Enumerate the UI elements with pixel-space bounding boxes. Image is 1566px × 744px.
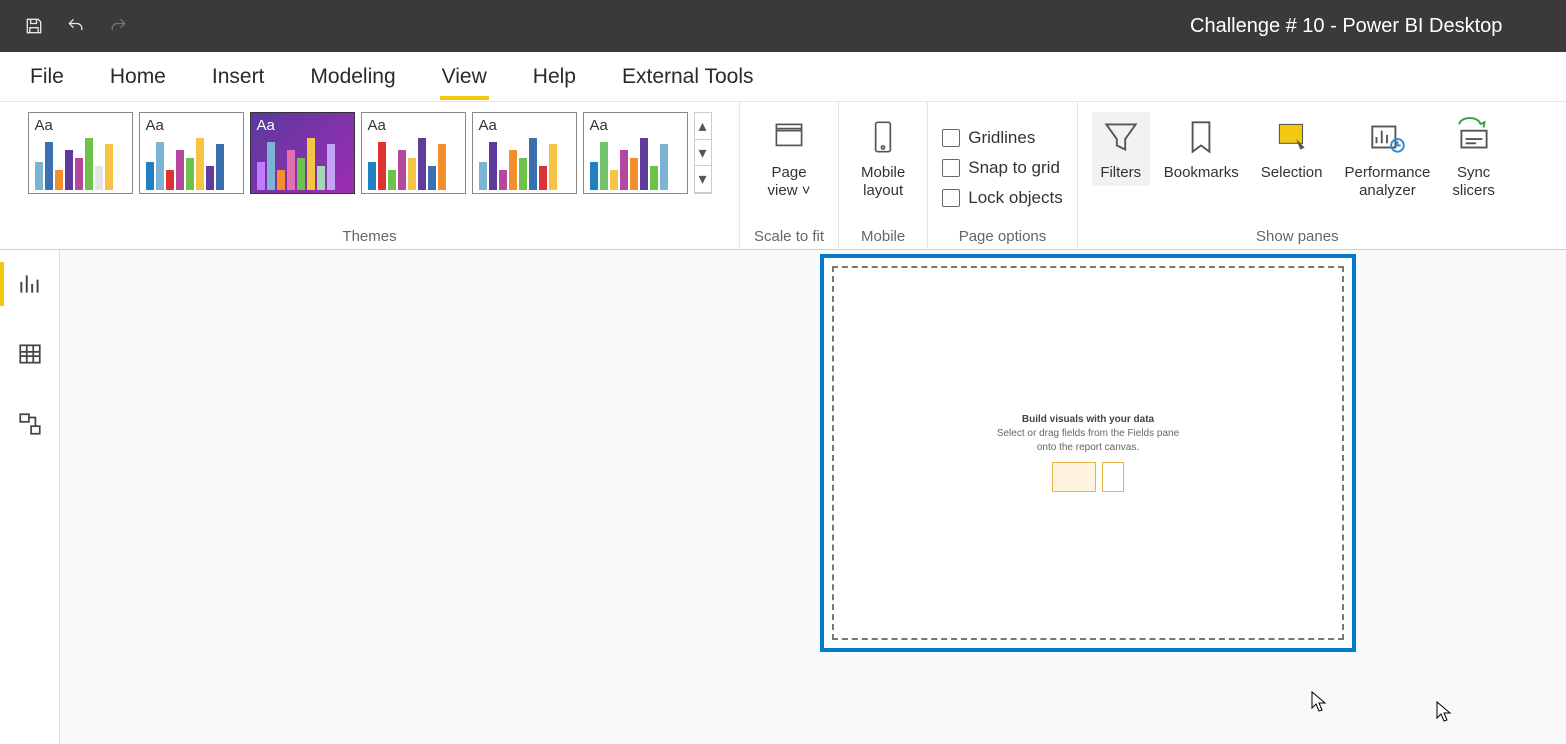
theme-aa-label: Aa xyxy=(368,117,459,134)
page-view-label-1: Page xyxy=(772,164,807,181)
theme-aa-label: Aa xyxy=(146,117,237,134)
theme-thumbnail[interactable]: Aa xyxy=(583,112,688,194)
theme-thumbnail[interactable]: Aa xyxy=(472,112,577,194)
canvas-placeholder-body2: onto the report canvas. xyxy=(1037,442,1139,453)
canvas-area[interactable]: Build visuals with your data Select or d… xyxy=(60,250,1566,744)
performance-analyzer-button[interactable]: Performanceanalyzer xyxy=(1336,112,1438,204)
group-label-themes: Themes xyxy=(342,228,396,245)
bookmarks-label: Bookmarks xyxy=(1164,164,1239,182)
selection-pane-button[interactable]: Selection xyxy=(1253,112,1331,186)
theme-thumbnail[interactable]: Aa xyxy=(139,112,244,194)
selection-label: Selection xyxy=(1261,164,1323,182)
group-page-options: Gridlines Snap to grid Lock objects Page… xyxy=(928,102,1078,249)
report-view-button[interactable] xyxy=(6,262,54,306)
canvas-placeholder: Build visuals with your data Select or d… xyxy=(832,266,1344,640)
tab-home[interactable]: Home xyxy=(108,55,168,99)
checkbox-icon xyxy=(942,129,960,147)
theme-aa-label: Aa xyxy=(479,117,570,134)
lock-objects-checkbox[interactable]: Lock objects xyxy=(942,188,1063,208)
theme-aa-label: Aa xyxy=(257,117,348,134)
data-view-button[interactable] xyxy=(6,332,54,376)
selected-canvas-frame[interactable]: Build visuals with your data Select or d… xyxy=(820,254,1356,652)
sync-label-2: slicers xyxy=(1452,182,1495,199)
body-area: Build visuals with your data Select or d… xyxy=(0,250,1566,744)
quick-access xyxy=(0,14,130,38)
checkbox-icon xyxy=(942,159,960,177)
group-label-pageoptions: Page options xyxy=(959,228,1047,245)
mobile-layout-button[interactable]: Mobilelayout xyxy=(853,112,913,204)
group-label-scale: Scale to fit xyxy=(754,228,824,245)
lock-label: Lock objects xyxy=(968,188,1063,208)
gridlines-label: Gridlines xyxy=(968,128,1035,148)
tab-file[interactable]: File xyxy=(28,55,66,99)
perf-label-2: analyzer xyxy=(1359,182,1416,199)
snap-grid-checkbox[interactable]: Snap to grid xyxy=(942,158,1063,178)
page-view-button[interactable]: Pageview ˅ xyxy=(760,112,819,204)
menu-bar: File Home Insert Modeling View Help Exte… xyxy=(0,52,1566,102)
perf-label-1: Performance xyxy=(1344,164,1430,181)
group-label-mobile: Mobile xyxy=(861,228,905,245)
group-label-showpanes: Show panes xyxy=(1256,228,1339,245)
window-title: Challenge # 10 - Power BI Desktop xyxy=(130,15,1566,38)
checkbox-icon xyxy=(942,189,960,207)
tab-view[interactable]: View xyxy=(440,55,489,99)
cursor-icon xyxy=(1435,700,1455,722)
tab-external[interactable]: External Tools xyxy=(620,55,756,99)
filters-label: Filters xyxy=(1100,164,1141,182)
theme-aa-label: Aa xyxy=(35,117,126,134)
theme-thumbnail[interactable]: Aa xyxy=(250,112,355,194)
theme-aa-label: Aa xyxy=(590,117,681,134)
tab-modeling[interactable]: Modeling xyxy=(308,55,397,99)
model-view-button[interactable] xyxy=(6,402,54,446)
snap-label: Snap to grid xyxy=(968,158,1060,178)
canvas-placeholder-heading: Build visuals with your data xyxy=(1022,414,1154,425)
ribbon: Aa Aa Aa Aa Aa Aa ▴▾▾ Themes Pageview ˅ Scale … xyxy=(0,102,1566,250)
theme-gallery: Aa Aa Aa Aa Aa Aa ▴▾▾ xyxy=(28,112,712,224)
mobile-label-2: layout xyxy=(863,182,903,199)
theme-thumbnail[interactable]: Aa xyxy=(361,112,466,194)
group-show-panes: Filters Bookmarks Selection Performancea… xyxy=(1078,102,1517,249)
cursor-icon xyxy=(1310,690,1330,712)
chevron-down-icon: ˅ xyxy=(802,182,811,199)
view-rail xyxy=(0,250,60,744)
themes-dropdown-handle[interactable]: ▴▾▾ xyxy=(694,112,712,194)
save-icon[interactable] xyxy=(22,14,46,38)
canvas-placeholder-body1: Select or drag fields from the Fields pa… xyxy=(997,428,1179,439)
filters-pane-button[interactable]: Filters xyxy=(1092,112,1150,186)
group-themes: Aa Aa Aa Aa Aa Aa ▴▾▾ Themes xyxy=(0,102,740,249)
redo-icon xyxy=(106,14,130,38)
tab-insert[interactable]: Insert xyxy=(210,55,267,99)
sync-slicers-button[interactable]: Syncslicers xyxy=(1444,112,1503,204)
theme-thumbnail[interactable]: Aa xyxy=(28,112,133,194)
gridlines-checkbox[interactable]: Gridlines xyxy=(942,128,1063,148)
placeholder-graphic xyxy=(1052,462,1124,492)
tab-help[interactable]: Help xyxy=(531,55,578,99)
undo-icon[interactable] xyxy=(64,14,88,38)
mobile-label-1: Mobile xyxy=(861,164,905,181)
titlebar: Challenge # 10 - Power BI Desktop xyxy=(0,0,1566,52)
sync-label-1: Sync xyxy=(1457,164,1490,181)
page-view-label-2: view xyxy=(768,182,798,199)
group-mobile: Mobilelayout Mobile xyxy=(839,102,928,249)
bookmarks-pane-button[interactable]: Bookmarks xyxy=(1156,112,1247,186)
group-scale: Pageview ˅ Scale to fit xyxy=(740,102,839,249)
